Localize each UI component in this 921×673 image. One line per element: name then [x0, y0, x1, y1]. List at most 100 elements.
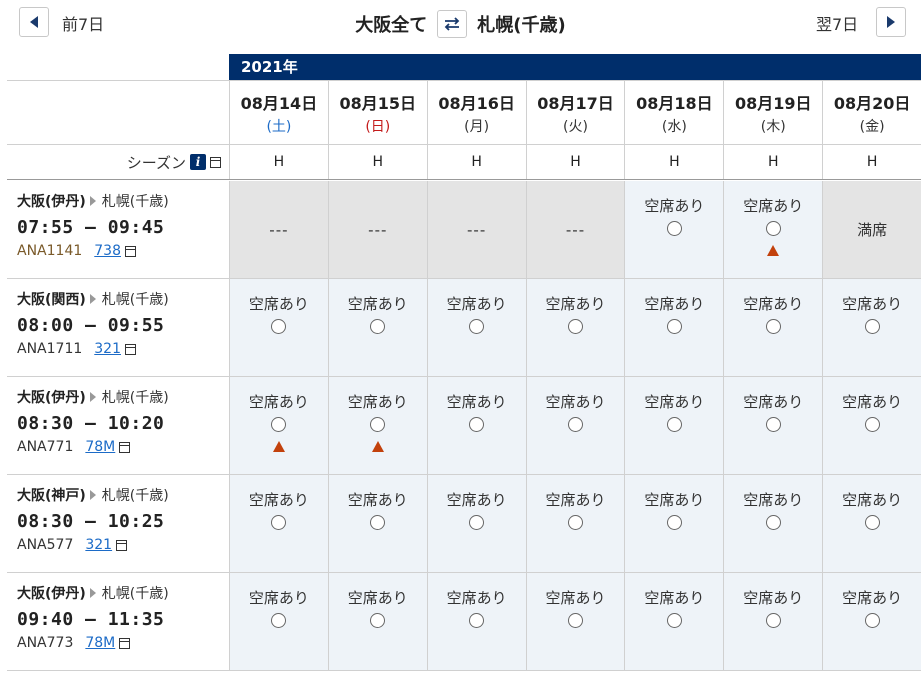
select-radio-icon[interactable] — [469, 613, 485, 628]
aircraft-link[interactable]: 78M — [85, 439, 131, 455]
select-radio-icon[interactable] — [568, 417, 583, 432]
select-radio-icon[interactable] — [568, 613, 583, 628]
select-radio-icon[interactable] — [666, 221, 682, 236]
availability-cell[interactable]: 空席あり — [327, 475, 427, 572]
availability-cell[interactable]: 空席あり — [624, 573, 724, 670]
aircraft-link[interactable]: 321 — [85, 537, 128, 553]
date-header-row: 08月14日 (土) 08月15日 (日) 08月16日 (月) 08月17日 (火) 08月1… — [7, 80, 921, 144]
select-radio-icon[interactable] — [864, 319, 880, 334]
aircraft-type[interactable]: 738 — [94, 243, 121, 259]
select-radio-icon[interactable] — [568, 319, 583, 334]
date-header-cell: 08月16日 (月) — [426, 81, 526, 144]
aircraft-link[interactable]: 321 — [94, 341, 136, 357]
aircraft-type[interactable]: 321 — [94, 341, 121, 357]
availability-cell[interactable]: 空席あり — [426, 573, 526, 670]
availability-cell[interactable]: 空席あり — [327, 279, 427, 376]
availability-label: 空席あり — [248, 589, 309, 607]
availability-cell[interactable]: 空席あり — [229, 377, 328, 474]
select-radio-icon[interactable] — [864, 417, 880, 432]
select-radio-icon[interactable] — [469, 417, 485, 432]
availability-cell[interactable]: 空席あり — [723, 475, 823, 572]
select-radio-icon[interactable] — [370, 613, 386, 628]
select-radio-icon[interactable] — [568, 515, 583, 530]
select-radio-icon[interactable] — [765, 417, 781, 432]
availability-cell[interactable]: 空席あり — [624, 377, 724, 474]
flight-route: 大阪(伊丹) 札幌(千歳) — [17, 583, 229, 603]
date-header-cell: 08月20日 (金) — [822, 81, 921, 144]
availability-label: 空席あり — [545, 393, 606, 411]
info-icon[interactable]: i — [190, 154, 206, 170]
availability-cell[interactable]: 空席あり — [525, 279, 625, 376]
availability-cell[interactable]: 空席あり — [822, 279, 921, 376]
availability-cell[interactable]: 空席あり — [822, 475, 921, 572]
no-service-mark: --- — [368, 220, 388, 239]
availability-cell[interactable]: 空席あり — [327, 377, 427, 474]
availability-cell[interactable]: 空席あり — [624, 475, 724, 572]
availability-cell[interactable]: 空席あり — [723, 377, 823, 474]
select-radio-icon[interactable] — [370, 417, 386, 432]
flight-meta: ANA1711 321 — [17, 341, 229, 357]
availability-cell[interactable]: 空席あり — [624, 181, 724, 278]
season-value: H — [273, 154, 285, 170]
availability-cell[interactable]: 空席あり — [723, 181, 823, 278]
availability-cell[interactable]: 空席あり — [327, 573, 427, 670]
availability-cell[interactable]: 空席あり — [426, 377, 526, 474]
aircraft-link[interactable]: 78M — [85, 635, 131, 651]
new-window-icon — [125, 245, 136, 257]
availability-cell[interactable]: 空席あり — [229, 573, 328, 670]
select-radio-icon[interactable] — [864, 515, 880, 530]
aircraft-type[interactable]: 78M — [85, 439, 115, 455]
date-label: 08月14日 — [240, 93, 318, 113]
date-header-cell: 08月15日 (日) — [327, 81, 427, 144]
date-label: 08月16日 — [438, 93, 515, 113]
next-week-label[interactable]: 翌7日 — [816, 11, 858, 35]
select-radio-icon[interactable] — [666, 319, 682, 334]
aircraft-type[interactable]: 78M — [85, 635, 115, 651]
availability-cell[interactable]: 空席あり — [822, 573, 921, 670]
no-service-mark: --- — [565, 220, 586, 239]
next-week-button[interactable] — [876, 7, 906, 37]
availability-label: 空席あり — [743, 491, 804, 509]
select-radio-icon[interactable] — [666, 515, 682, 530]
select-radio-icon[interactable] — [271, 613, 287, 628]
availability-cell[interactable]: 空席あり — [723, 279, 823, 376]
weekday-label: (日) — [365, 118, 391, 135]
season-value: H — [767, 154, 779, 170]
select-radio-icon[interactable] — [271, 319, 287, 334]
select-radio-icon[interactable] — [271, 417, 287, 432]
availability-cell[interactable]: 空席あり — [229, 475, 328, 572]
select-radio-icon[interactable] — [765, 613, 781, 628]
availability-label: 空席あり — [446, 491, 507, 509]
availability-label: 空席あり — [743, 295, 804, 313]
availability-label: 空席あり — [644, 295, 705, 313]
availability-cell[interactable]: 空席あり — [624, 279, 724, 376]
select-radio-icon[interactable] — [765, 319, 781, 334]
availability-cell[interactable]: 空席あり — [229, 279, 328, 376]
select-radio-icon[interactable] — [271, 515, 287, 530]
availability-label: 空席あり — [347, 295, 408, 313]
aircraft-link[interactable]: 738 — [94, 243, 136, 259]
availability-cell[interactable]: 空席あり — [723, 573, 823, 670]
select-radio-icon[interactable] — [469, 319, 485, 334]
availability-label: 空席あり — [644, 491, 705, 509]
select-radio-icon[interactable] — [469, 515, 485, 530]
swap-route-button[interactable] — [437, 10, 468, 38]
availability-label: 空席あり — [743, 589, 804, 607]
destination-city: 札幌(千歳) — [477, 15, 566, 36]
availability-cell[interactable]: 空席あり — [822, 377, 921, 474]
route-header: 大阪全て 札幌(千歳) — [0, 10, 921, 38]
aircraft-type[interactable]: 321 — [85, 537, 112, 553]
availability-label: 空席あり — [842, 491, 903, 509]
select-radio-icon[interactable] — [370, 515, 386, 530]
select-radio-icon[interactable] — [765, 515, 781, 530]
select-radio-icon[interactable] — [666, 613, 682, 628]
select-radio-icon[interactable] — [765, 221, 781, 236]
availability-cell[interactable]: 空席あり — [426, 475, 526, 572]
availability-cell[interactable]: 空席あり — [525, 377, 625, 474]
availability-cell[interactable]: 空席あり — [426, 279, 526, 376]
select-radio-icon[interactable] — [864, 613, 880, 628]
select-radio-icon[interactable] — [370, 319, 386, 334]
availability-cell[interactable]: 空席あり — [525, 573, 625, 670]
availability-cell[interactable]: 空席あり — [525, 475, 625, 572]
select-radio-icon[interactable] — [666, 417, 682, 432]
